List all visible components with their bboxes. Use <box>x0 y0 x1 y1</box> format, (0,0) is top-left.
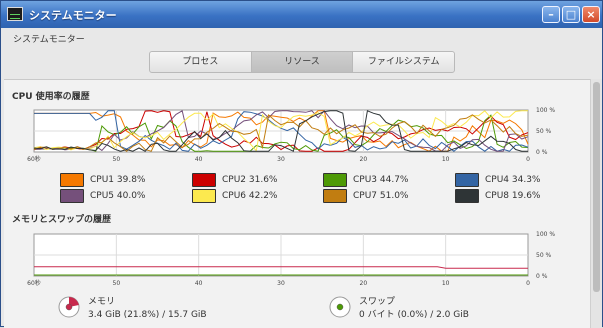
cpu-x-tick-label: 50 <box>113 156 121 163</box>
cpu-color-swatch[interactable] <box>192 189 216 203</box>
mem-pie-center <box>65 303 73 311</box>
cpu-legend-item[interactable]: CPU2 31.6% <box>192 173 277 187</box>
memory-label: メモリ <box>88 297 116 307</box>
memory-usage: メモリ 3.4 GiB (21.8%) / 15.7 GiB <box>58 296 207 322</box>
vertical-scrollbar[interactable] <box>590 79 602 328</box>
minimize-icon: – <box>548 8 554 21</box>
mem-x-tick-label: 40 <box>195 280 203 287</box>
mem-x-tick-label: 0 <box>526 280 530 287</box>
swap-pie-center <box>336 303 344 311</box>
tab-resources[interactable]: リソース <box>251 52 354 72</box>
close-button[interactable]: × <box>582 6 600 23</box>
cpu-color-swatch[interactable] <box>60 173 84 187</box>
system-monitor-window: システムモニター – □ × システムモニター プロセス リソース ファイルシス… <box>0 0 603 328</box>
window-title: システムモニター <box>29 9 117 22</box>
swap-value: 0 バイト (0.0%) / 2.0 GiB <box>359 310 469 320</box>
cpu-legend-label: CPU5 40.0% <box>90 191 146 201</box>
maximize-button[interactable]: □ <box>562 6 580 23</box>
cpu-legend-item[interactable]: CPU7 51.0% <box>323 189 408 203</box>
view-tabs: プロセス リソース ファイルシステム <box>149 51 455 73</box>
mem-x-tick-label: 60秒 <box>27 279 41 287</box>
cpu-color-swatch[interactable] <box>455 173 479 187</box>
cpu-legend-label: CPU7 51.0% <box>353 191 409 201</box>
cpu-history-title: CPU 使用率の履歴 <box>12 92 90 102</box>
cpu-color-swatch[interactable] <box>455 189 479 203</box>
cpu-x-tick-label: 10 <box>442 156 450 163</box>
mem-x-tick-label: 20 <box>360 280 368 287</box>
cpu-legend-label: CPU2 31.6% <box>222 175 278 185</box>
mem-y-tick-label: 50 % <box>536 252 552 259</box>
tab-processes[interactable]: プロセス <box>150 52 252 72</box>
cpu-x-tick-label: 0 <box>526 156 530 163</box>
mem-y-tick-label: 100 % <box>536 231 555 238</box>
tab-filesystems[interactable]: ファイルシステム <box>353 52 454 72</box>
cpu-color-swatch[interactable] <box>323 173 347 187</box>
memory-pie <box>58 296 80 318</box>
cpu-legend-item[interactable]: CPU5 40.0% <box>60 189 145 203</box>
cpu-color-swatch[interactable] <box>323 189 347 203</box>
cpu-x-tick-label: 30 <box>277 156 285 163</box>
cpu-legend-label: CPU8 19.6% <box>485 191 541 201</box>
maximize-icon: □ <box>565 8 577 21</box>
cpu-x-tick-label: 60秒 <box>27 155 41 163</box>
close-icon: × <box>586 8 596 21</box>
cpu-legend-label: CPU3 44.7% <box>353 175 409 185</box>
cpu-x-tick-label: 20 <box>360 156 368 163</box>
cpu-y-tick-label: 50 % <box>536 128 552 135</box>
cpu-y-tick-label: 0 % <box>536 149 548 156</box>
cpu-x-tick-label: 40 <box>195 156 203 163</box>
cpu-legend-item[interactable]: CPU4 34.3% <box>455 173 540 187</box>
memory-value: 3.4 GiB (21.8%) / 15.7 GiB <box>88 310 207 320</box>
cpu-legend-label: CPU1 39.8% <box>90 175 146 185</box>
cpu-legend-item[interactable]: CPU8 19.6% <box>455 189 540 203</box>
title-bar[interactable]: システムモニター – □ × <box>1 1 602 28</box>
mem-x-tick-label: 30 <box>277 280 285 287</box>
memory-history-graph: 100 % 50 % 0 % 60秒 50 40 30 20 10 0 <box>27 231 555 287</box>
cpu-legend-label: CPU4 34.3% <box>485 175 541 185</box>
swap-usage: スワップ 0 バイト (0.0%) / 2.0 GiB <box>329 296 469 322</box>
scrollbar-thumb[interactable] <box>593 82 600 292</box>
cpu-legend-item[interactable]: CPU6 42.2% <box>192 189 277 203</box>
menubar: システムモニター <box>1 28 602 48</box>
cpu-legend-item[interactable]: CPU3 44.7% <box>323 173 408 187</box>
cpu-y-tick-label: 100 % <box>536 107 555 114</box>
menubar-app-label[interactable]: システムモニター <box>13 32 85 45</box>
system-monitor-app-icon <box>7 7 23 21</box>
swap-pie <box>329 296 351 318</box>
cpu-legend-label: CPU6 42.2% <box>222 191 278 201</box>
cpu-color-swatch[interactable] <box>192 173 216 187</box>
cpu-legend-item[interactable]: CPU1 39.8% <box>60 173 145 187</box>
minimize-button[interactable]: – <box>542 6 560 23</box>
cpu-color-swatch[interactable] <box>60 189 84 203</box>
mem-y-tick-label: 0 % <box>536 273 548 280</box>
swap-label: スワップ <box>359 297 396 307</box>
mem-x-tick-label: 50 <box>113 280 121 287</box>
resources-panel: CPU 使用率の履歴 100 % 50 % 0 % 60秒 50 40 30 20 10 0 C… <box>4 79 590 328</box>
memory-swap-history-title: メモリとスワップの履歴 <box>12 215 112 225</box>
mem-x-tick-label: 10 <box>442 280 450 287</box>
cpu-history-graph: 100 % 50 % 0 % 60秒 50 40 30 20 10 0 <box>27 107 555 163</box>
